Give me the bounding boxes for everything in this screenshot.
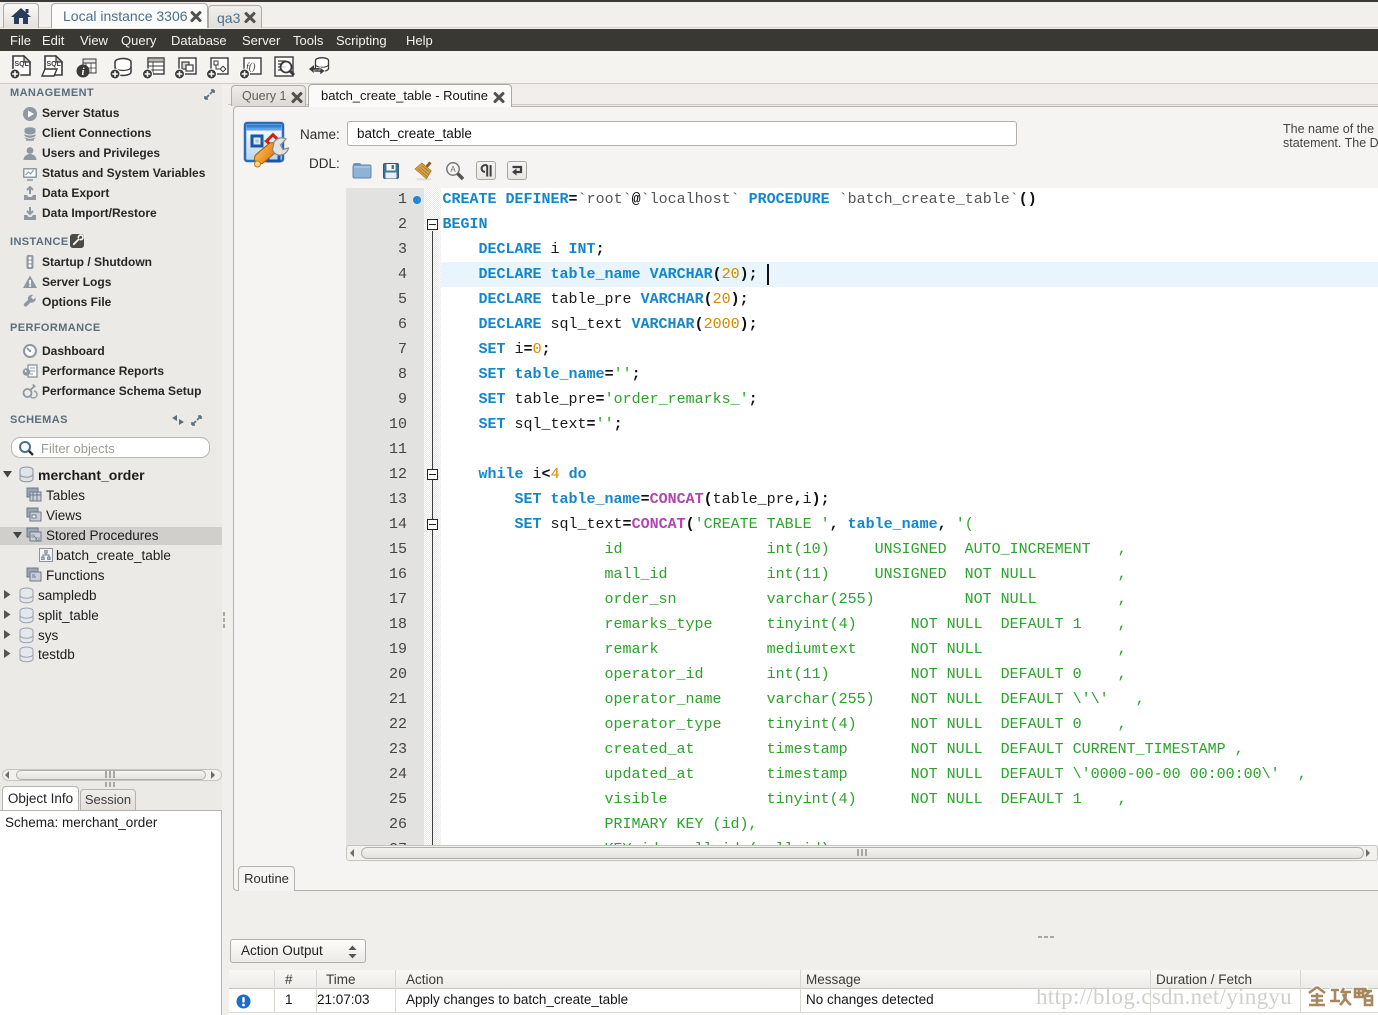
svg-text:SQL: SQL <box>47 61 62 68</box>
svg-text:SQL: SQL <box>15 61 30 68</box>
svg-text:A: A <box>450 165 456 174</box>
